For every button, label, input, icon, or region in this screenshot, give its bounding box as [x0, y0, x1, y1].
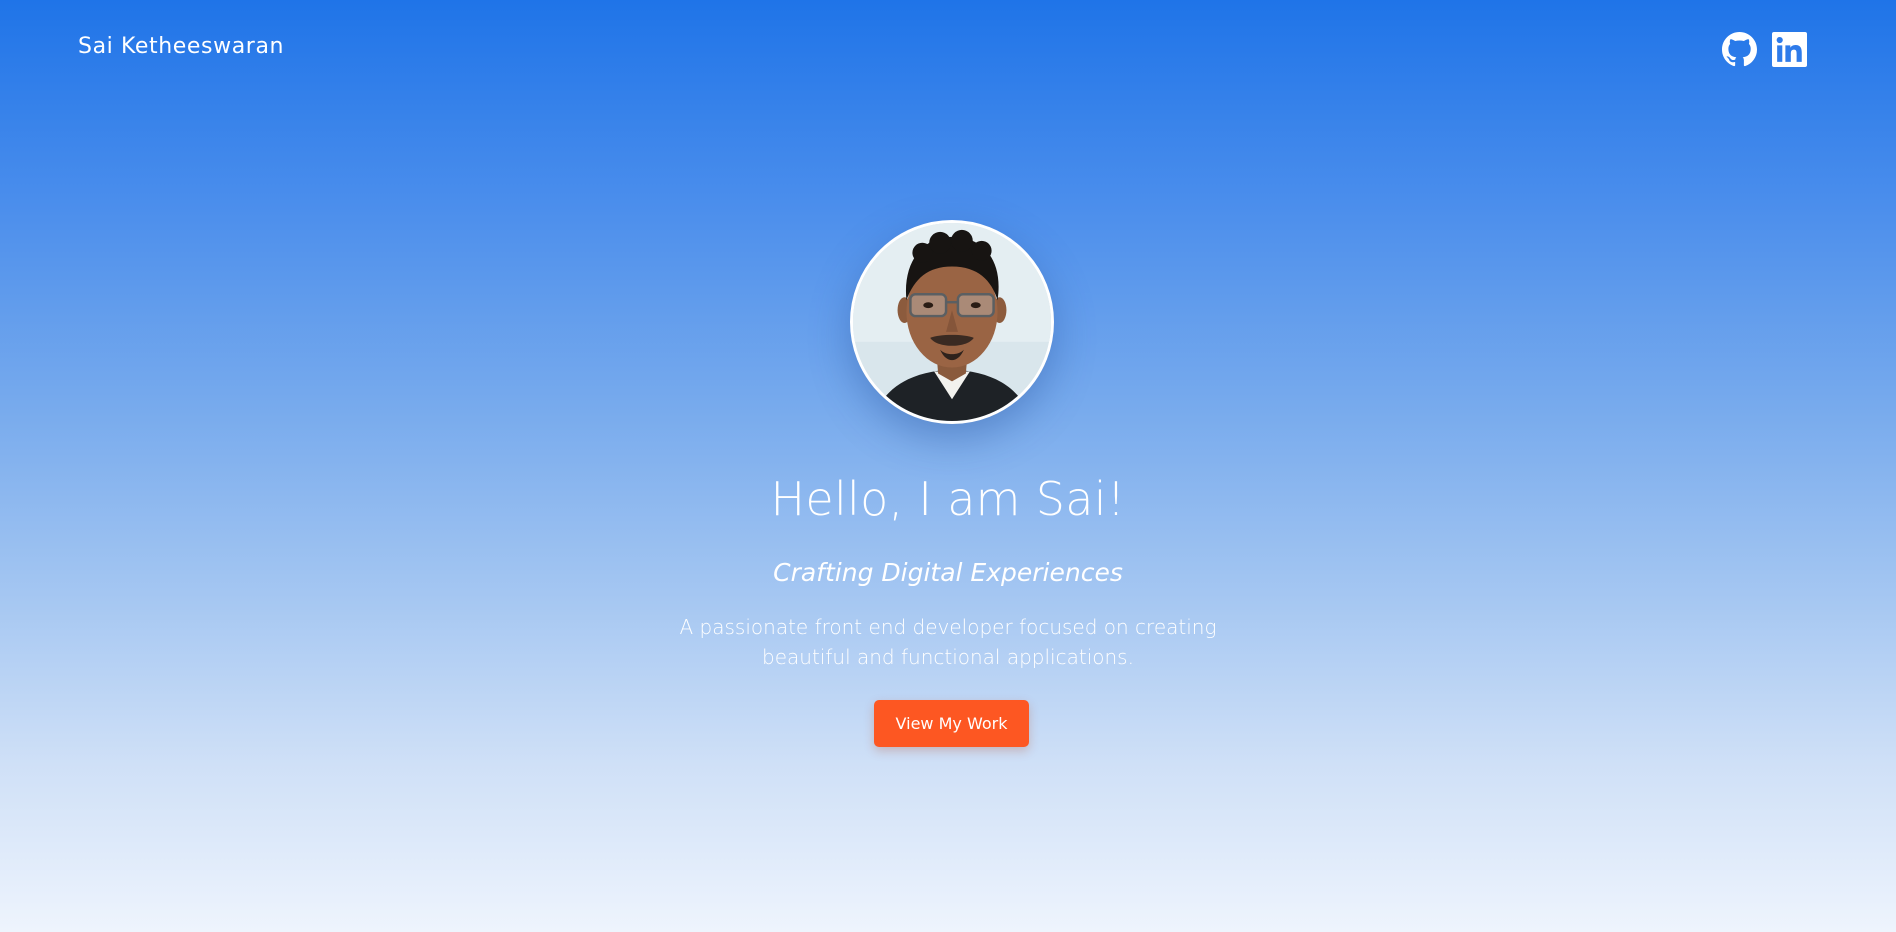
view-my-work-button[interactable]: View My Work [874, 700, 1029, 747]
hero-tagline: Crafting Digital Experiences [773, 558, 1123, 587]
profile-photo [850, 220, 1054, 424]
hero-greeting: Hello, I am Sai! [770, 472, 1126, 526]
hero-description: A passionate front end developer focused… [679, 615, 1217, 669]
hero-section: Hello, I am Sai! Crafting Digital Experi… [0, 0, 1896, 932]
